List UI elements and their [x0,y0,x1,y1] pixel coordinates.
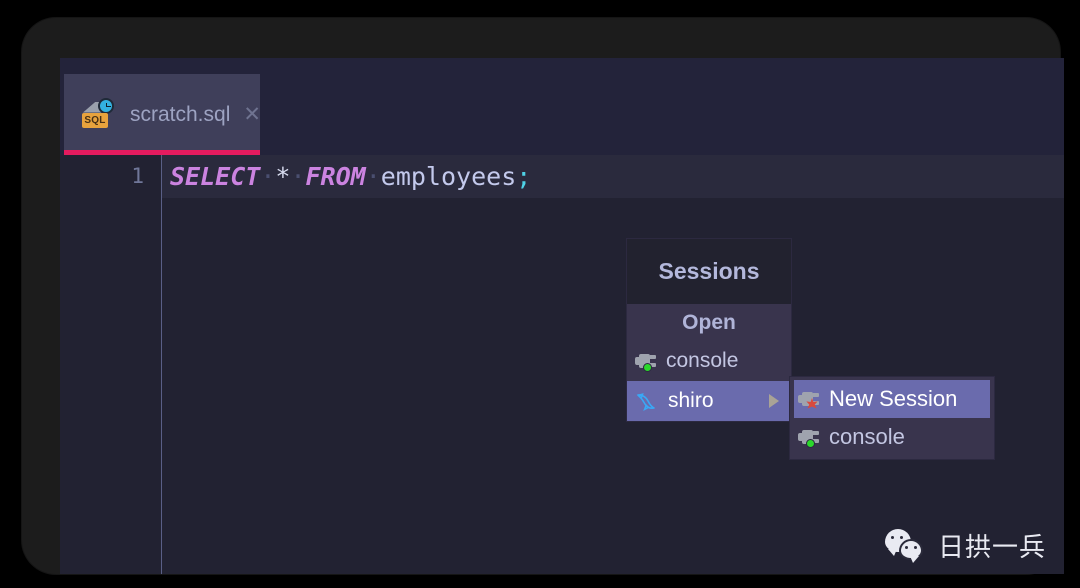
menu-item-new-session[interactable]: New Session [794,380,990,418]
sql-keyword-select: SELECT [170,162,261,191]
sql-badge: SQL [82,112,108,128]
sql-semicolon: ; [516,162,532,191]
console-icon [798,389,820,409]
wechat-dot-3 [904,545,908,549]
shortcut-annotation: 快捷键： cmd + enter [315,570,641,574]
sql-table-name: employees [380,162,517,191]
whitespace-dot-1: · [260,162,276,191]
menu-item-label: console [829,424,905,449]
chevron-right-icon [769,394,779,408]
watermark-text: 日拱一兵 [937,533,1046,563]
editor-gutter: 1 [60,155,161,574]
console-icon-prong-1 [813,431,819,435]
sessions-section-open: Open [682,310,736,334]
session-submenu: New Session console [789,376,995,460]
sql-star: * [275,162,291,191]
whitespace-dot-2: · [290,162,306,191]
mysql-dolphin-icon [635,390,659,412]
status-dot-green [806,439,815,448]
close-icon[interactable]: ✕ [243,104,261,125]
menu-item-shiro[interactable]: shiro [627,381,791,421]
wechat-icon [884,528,927,563]
menu-item-console[interactable]: console [627,341,791,381]
editor-window-body: SQL scratch.sql ✕ 1 SELECT·*·FROM·employ… [60,58,1064,574]
sql-scratch-file-icon: SQL [82,97,116,132]
code-line-1[interactable]: SELECT·*·FROM·employees; [170,155,531,198]
menu-item-console-submenu[interactable]: console [790,418,994,456]
whitespace-dot-3: · [365,162,381,191]
clock-icon [98,97,114,114]
wechat-dot-1 [890,535,894,539]
sessions-popup: Sessions Open console shiro [626,238,792,422]
console-icon-prong-1 [813,393,819,397]
wechat-dot-2 [899,535,903,539]
console-icon-prong-1 [650,355,656,359]
tab-scratch-sql[interactable]: SQL scratch.sql ✕ [64,74,261,155]
tab-label: scratch.sql [130,102,231,126]
editor-tab-bar: SQL scratch.sql ✕ [60,58,1064,156]
editor-window-frame: SQL scratch.sql ✕ 1 SELECT·*·FROM·employ… [22,18,1064,574]
line-number: 1 [131,164,144,188]
menu-item-label: console [666,349,739,372]
status-dot-green [643,363,652,372]
sessions-popup-header: Sessions [627,239,791,304]
screenshot-stage: SQL scratch.sql ✕ 1 SELECT·*·FROM·employ… [0,0,1080,588]
console-icon [798,427,820,448]
menu-item-label: shiro [668,389,714,412]
wechat-dot-4 [913,545,917,549]
menu-item-label: New Session [829,386,958,411]
console-icon [635,351,657,372]
code-editor[interactable]: 1 SELECT·*·FROM·employees; 快捷键： cmd + en… [60,155,1064,574]
watermark: 日拱一兵 [884,527,1046,564]
sql-keyword-from: FROM [305,162,366,191]
gutter-separator [161,155,162,574]
wechat-bubble-small [898,538,923,563]
